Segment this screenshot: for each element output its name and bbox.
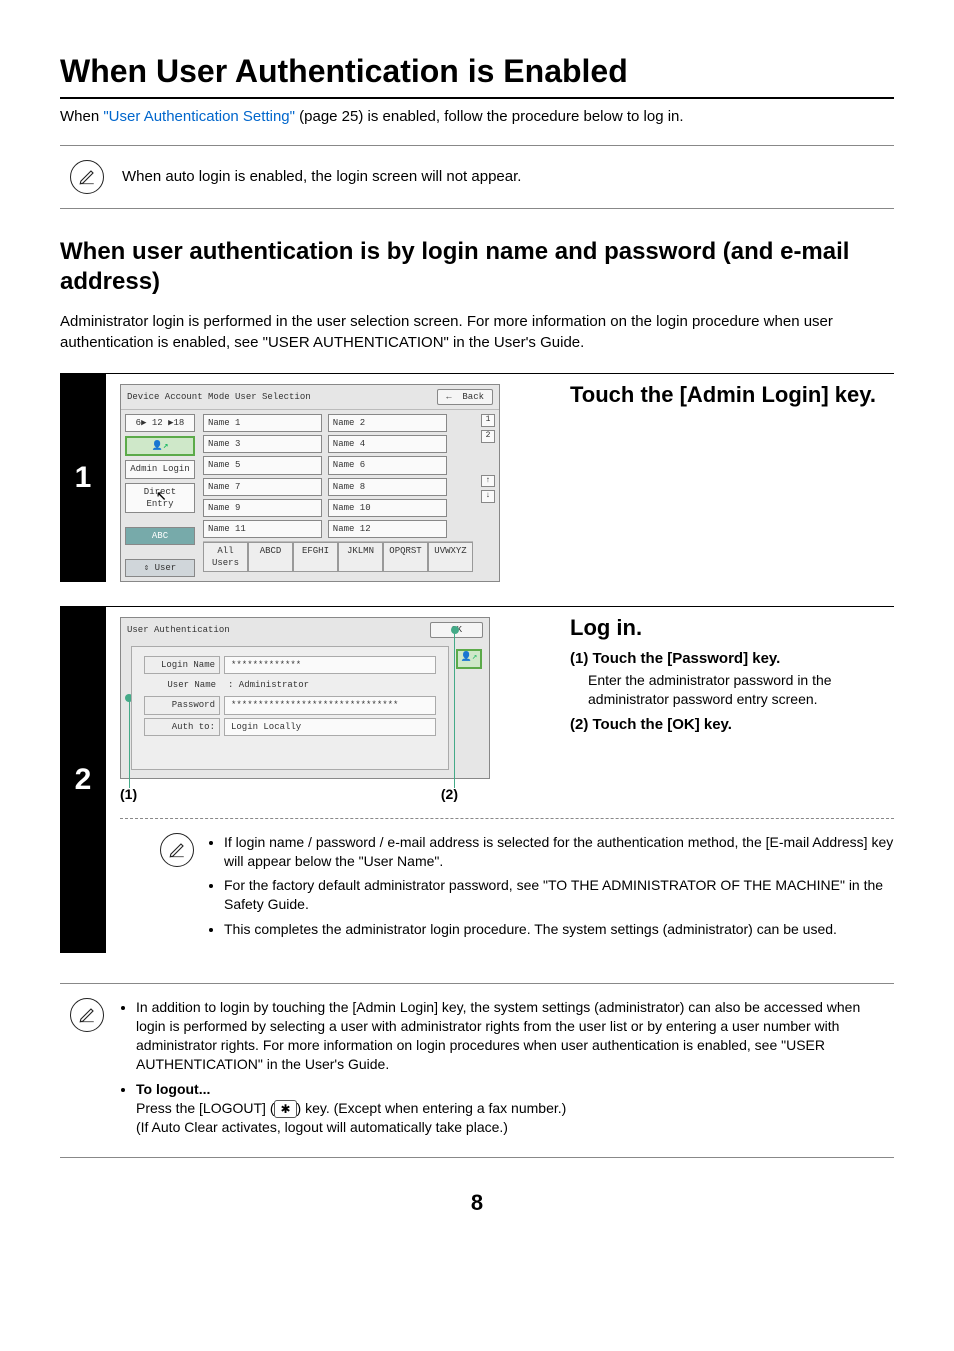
note-text: When auto login is enabled, the login sc… <box>122 167 521 187</box>
intro-post: (page 25) is enabled, follow the procedu… <box>295 108 684 125</box>
page-indicator: 6▶ 12 ▶18 <box>125 414 195 432</box>
page-title: When User Authentication is Enabled <box>60 50 894 99</box>
step-1: 1 Device Account Mode User Selection ← B… <box>60 373 894 582</box>
tab[interactable]: OPQRST <box>383 542 428 572</box>
logout-line1-pre: Press the [LOGOUT] ( <box>136 1100 274 1116</box>
tab[interactable]: ABCD <box>248 542 293 572</box>
note-item: For the factory default administrator pa… <box>224 876 894 914</box>
section-heading: When user authentication is by login nam… <box>60 237 894 297</box>
user-cell[interactable]: Name 8 <box>328 478 447 496</box>
user-name-label: User Name <box>144 677 220 693</box>
page-number: 8 <box>60 1188 894 1218</box>
substep-1-p: Enter the administrator password in the … <box>588 671 894 709</box>
screen2-title: User Authentication <box>127 624 230 636</box>
final-bullet: In addition to login by touching the [Ad… <box>136 998 884 1074</box>
step2-notes: If login name / password / e-mail addres… <box>120 829 894 953</box>
user-tab[interactable]: ⇕ User <box>125 559 195 577</box>
tab[interactable]: JKLMN <box>338 542 383 572</box>
final-callout: In addition to login by touching the [Ad… <box>60 983 894 1158</box>
scroll-down-button[interactable]: ↓ <box>481 490 495 503</box>
user-icon-button[interactable]: 👤↗ <box>456 649 482 669</box>
direct-entry-button[interactable]: Direct Entry ↖ <box>125 483 195 513</box>
callout-line <box>129 698 130 788</box>
scroll-up-button[interactable]: ↑ <box>481 475 495 488</box>
callout-2: (2) <box>441 785 458 804</box>
user-cell[interactable]: Name 2 <box>328 414 447 432</box>
cursor-icon: ↖ <box>156 484 167 508</box>
user-cell[interactable]: Name 3 <box>203 435 322 453</box>
password-label[interactable]: Password <box>144 696 220 714</box>
user-cell[interactable]: Name 1 <box>203 414 322 432</box>
user-cell[interactable]: Name 11 <box>203 520 322 538</box>
logout-line2: (If Auto Clear activates, logout will au… <box>136 1119 508 1135</box>
section-description: Administrator login is performed in the … <box>60 312 894 353</box>
user-cell[interactable]: Name 10 <box>328 499 447 517</box>
step1-title: Touch the [Admin Login] key. <box>570 380 894 410</box>
substep-1-h: (1) Touch the [Password] key. <box>570 649 894 669</box>
abc-tab[interactable]: ABC <box>125 527 195 545</box>
pencil-icon <box>70 160 104 194</box>
authto-value[interactable]: Login Locally <box>224 718 436 736</box>
device-screen-2: User Authentication OK 👤↗ Login Name ***… <box>120 617 490 779</box>
device-screen-1: Device Account Mode User Selection ← Bac… <box>120 384 500 582</box>
step-2: 2 User Authentication OK 👤↗ <box>60 606 894 953</box>
note-callout: When auto login is enabled, the login sc… <box>60 145 894 209</box>
tab[interactable]: All Users <box>203 542 248 572</box>
user-icon-box[interactable]: 👤↗ <box>125 436 195 456</box>
user-cell[interactable]: Name 6 <box>328 456 447 474</box>
back-button[interactable]: ← Back <box>437 389 493 405</box>
step-number: 2 <box>60 607 106 953</box>
pencil-icon <box>70 998 104 1032</box>
final-logout: To logout... Press the [LOGOUT] (✱) key.… <box>136 1080 884 1137</box>
admin-login-button[interactable]: Admin Login <box>125 460 195 478</box>
intro-pre: When <box>60 108 103 125</box>
login-name-label: Login Name <box>144 656 220 674</box>
user-cell[interactable]: Name 7 <box>203 478 322 496</box>
user-grid: Name 1 Name 2 Name 3 Name 4 Name 5 Name 6 N… <box>199 410 477 581</box>
step-number: 1 <box>60 374 106 582</box>
authto-label: Auth to: <box>144 718 220 736</box>
screen1-title: Device Account Mode User Selection <box>127 391 311 403</box>
tab[interactable]: UVWXYZ <box>428 542 473 572</box>
user-cell[interactable]: Name 5 <box>203 456 322 474</box>
logout-heading: To logout... <box>136 1081 210 1097</box>
divider <box>120 818 894 819</box>
intro-link[interactable]: "User Authentication Setting" <box>103 108 295 125</box>
substep-2-h: (2) Touch the [OK] key. <box>570 715 894 735</box>
page-btn[interactable]: 2 <box>481 430 495 443</box>
logout-keycap: ✱ <box>274 1100 296 1118</box>
callout-marker-2 <box>451 626 459 634</box>
logout-line1-post: ) key. (Except when entering a fax numbe… <box>297 1100 567 1116</box>
step2-title: Log in. <box>570 613 894 643</box>
user-cell[interactable]: Name 4 <box>328 435 447 453</box>
login-name-value[interactable]: ************* <box>224 656 436 674</box>
intro-paragraph: When "User Authentication Setting" (page… <box>60 107 894 127</box>
user-name-value: : Administrator <box>224 677 436 693</box>
note-item: If login name / password / e-mail addres… <box>224 833 894 871</box>
pencil-icon <box>160 833 194 867</box>
password-value[interactable]: ******************************* <box>224 696 436 714</box>
alphabet-tabs: All Users ABCD EFGHI JKLMN OPQRST UVWXYZ <box>203 541 473 572</box>
tab[interactable]: EFGHI <box>293 542 338 572</box>
user-cell[interactable]: Name 12 <box>328 520 447 538</box>
callout-line <box>454 630 455 788</box>
user-cell[interactable]: Name 9 <box>203 499 322 517</box>
page-btn[interactable]: 1 <box>481 414 495 427</box>
note-item: This completes the administrator login p… <box>224 920 894 939</box>
